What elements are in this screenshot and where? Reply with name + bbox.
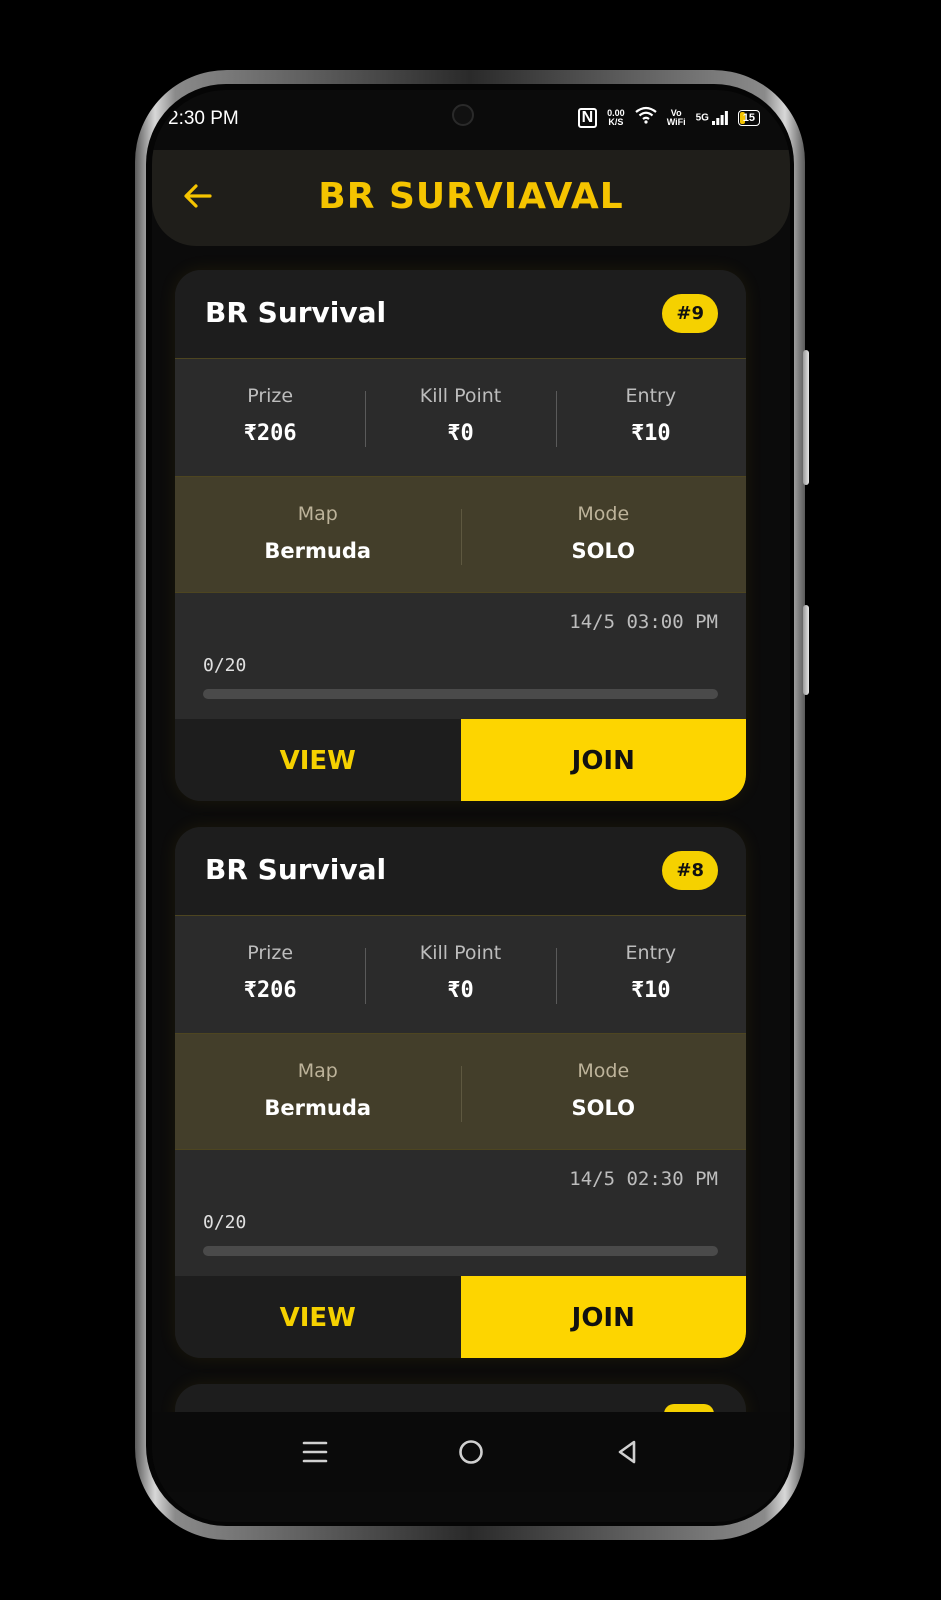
- kill-point-stat: Kill Point ₹0: [365, 359, 555, 476]
- tournament-list[interactable]: BR Survival #9 Prize ₹206 Kill Point ₹0 …: [152, 246, 790, 1432]
- front-camera: [452, 104, 474, 126]
- kill-point-value: ₹0: [447, 978, 474, 1003]
- tournament-card: BR Survival #8 Prize ₹206 Kill Point ₹0 …: [175, 827, 746, 1358]
- volume-button: [803, 350, 809, 485]
- entry-label: Entry: [625, 942, 677, 964]
- slots-progress-bar: [203, 1246, 718, 1256]
- progress-area: 14/5 03:00 PM 0/20: [175, 593, 746, 719]
- prize-label: Prize: [247, 942, 294, 964]
- network-speed: 0.00 K/S: [607, 108, 625, 127]
- signal-label: 5G: [695, 112, 709, 124]
- mode-info: Mode SOLO: [460, 477, 747, 592]
- prize-value: ₹206: [243, 421, 297, 446]
- card-title: BR Survival: [205, 296, 387, 329]
- signal-icon: 5G: [695, 110, 728, 125]
- view-button[interactable]: VIEW: [175, 1276, 461, 1358]
- match-datetime: 14/5 02:30 PM: [569, 1168, 718, 1190]
- progress-area: 14/5 02:30 PM 0/20: [175, 1150, 746, 1276]
- map-info: Map Bermuda: [175, 1034, 461, 1149]
- stats-row: Prize ₹206 Kill Point ₹0 Entry ₹10: [175, 916, 746, 1034]
- system-nav-bar: [152, 1412, 790, 1492]
- prize-stat: Prize ₹206: [175, 359, 365, 476]
- kill-point-value: ₹0: [447, 421, 474, 446]
- back-triangle-icon[interactable]: [549, 1412, 705, 1492]
- nfc-icon: N: [577, 107, 598, 128]
- home-circle-icon[interactable]: [393, 1412, 549, 1492]
- kill-point-stat: Kill Point ₹0: [365, 916, 555, 1033]
- match-number-badge: #9: [662, 294, 718, 333]
- status-icons: N 0.00 K/S Vo WiFi 5G 15: [577, 106, 760, 129]
- kill-point-label: Kill Point: [419, 942, 502, 964]
- vowifi-icon: Vo WiFi: [666, 108, 686, 127]
- map-value: Bermuda: [264, 539, 372, 563]
- status-time: 2:30 PM: [168, 108, 239, 129]
- meta-row: Map Bermuda Mode SOLO: [175, 477, 746, 593]
- entry-label: Entry: [625, 385, 677, 407]
- prize-stat: Prize ₹206: [175, 916, 365, 1033]
- mode-label: Mode: [577, 503, 630, 525]
- status-bar: 2:30 PM N 0.00 K/S Vo WiFi 5G 15: [152, 90, 790, 150]
- card-actions: VIEW JOIN: [175, 719, 746, 801]
- join-button[interactable]: JOIN: [460, 1276, 746, 1358]
- meta-row: Map Bermuda Mode SOLO: [175, 1034, 746, 1150]
- mode-label: Mode: [577, 1060, 630, 1082]
- entry-value: ₹10: [630, 421, 671, 446]
- slots-count: 0/20: [203, 1212, 247, 1233]
- mode-value: SOLO: [571, 1096, 635, 1120]
- entry-stat: Entry ₹10: [555, 916, 746, 1033]
- menu-icon[interactable]: [237, 1412, 393, 1492]
- map-value: Bermuda: [264, 1096, 372, 1120]
- entry-value: ₹10: [630, 978, 671, 1003]
- battery-icon: 15: [737, 109, 760, 126]
- vowifi-bottom: WiFi: [666, 116, 686, 127]
- card-header: BR Survival #8: [175, 827, 746, 916]
- slots-count: 0/20: [203, 655, 247, 676]
- prize-label: Prize: [247, 385, 294, 407]
- mode-info: Mode SOLO: [460, 1034, 747, 1149]
- battery-level: 15: [742, 111, 755, 124]
- entry-stat: Entry ₹10: [555, 359, 746, 476]
- stats-row: Prize ₹206 Kill Point ₹0 Entry ₹10: [175, 359, 746, 477]
- mode-value: SOLO: [571, 539, 635, 563]
- network-speed-unit: K/S: [608, 116, 624, 127]
- map-info: Map Bermuda: [175, 477, 461, 592]
- tournament-card: BR Survival #9 Prize ₹206 Kill Point ₹0 …: [175, 270, 746, 801]
- kill-point-label: Kill Point: [419, 385, 502, 407]
- slots-progress-bar: [203, 689, 718, 699]
- match-number-badge: #8: [662, 851, 718, 890]
- app-header: BR SURVIAVAL: [152, 150, 790, 246]
- match-datetime: 14/5 03:00 PM: [569, 611, 718, 633]
- prize-value: ₹206: [243, 978, 297, 1003]
- page-title: BR SURVIAVAL: [318, 176, 624, 217]
- map-label: Map: [297, 503, 338, 525]
- card-title: BR Survival: [205, 853, 387, 886]
- wifi-icon: [635, 106, 657, 129]
- power-button: [803, 605, 809, 695]
- join-button[interactable]: JOIN: [460, 719, 746, 801]
- map-label: Map: [297, 1060, 338, 1082]
- card-actions: VIEW JOIN: [175, 1276, 746, 1358]
- card-header: BR Survival #9: [175, 270, 746, 359]
- phone-screen: 2:30 PM N 0.00 K/S Vo WiFi 5G 15 BR SURV…: [152, 90, 790, 1522]
- view-button[interactable]: VIEW: [175, 719, 461, 801]
